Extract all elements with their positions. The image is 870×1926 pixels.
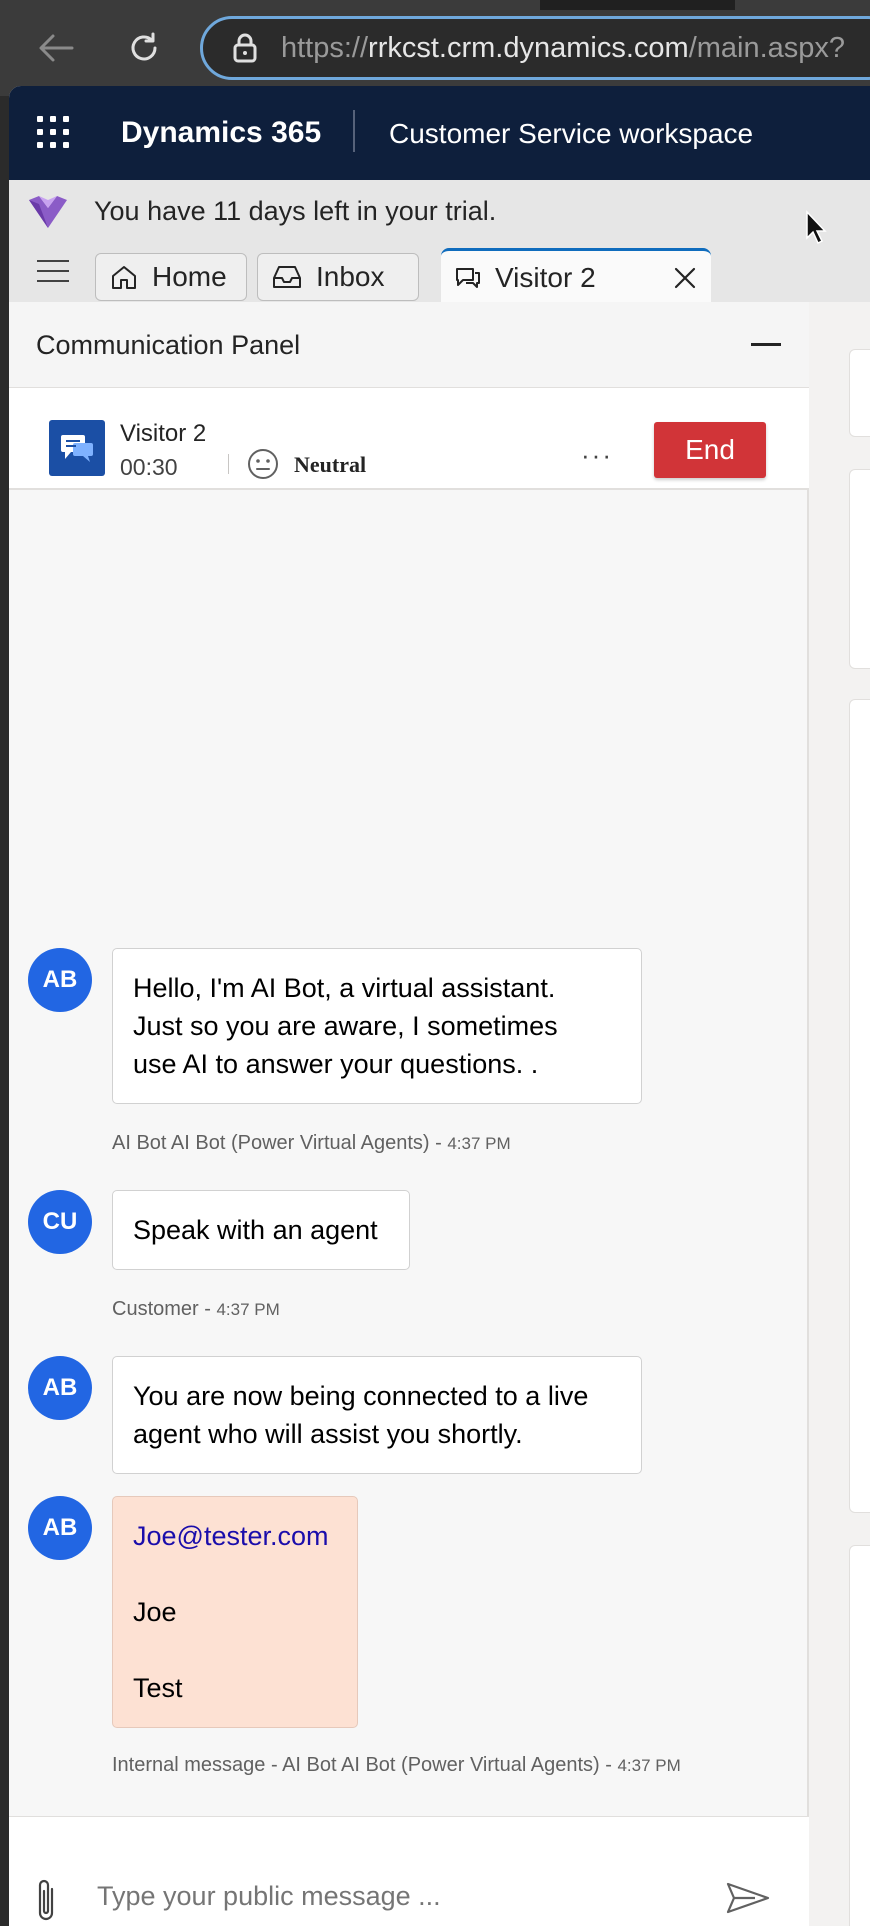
message-line: agent who will assist you shortly.	[133, 1419, 523, 1449]
send-icon[interactable]	[725, 1881, 771, 1915]
avatar: AB	[28, 1496, 92, 1560]
url-path: /main.aspx?	[688, 31, 846, 64]
refresh-icon	[131, 32, 157, 61]
more-tools-button[interactable]: ···	[441, 1920, 473, 1926]
tab-label: Home	[152, 261, 227, 292]
message-bubble: Speak with an agent	[112, 1190, 410, 1270]
trial-banner: You have 11 days left in your trial.	[9, 180, 870, 245]
trial-message: You have 11 days left in your trial.	[94, 196, 497, 226]
message-composer	[9, 1816, 809, 1926]
side-card	[849, 349, 870, 437]
tab-visitor-2[interactable]: Visitor 2	[441, 248, 711, 304]
message-sender: Customer -	[112, 1298, 217, 1320]
avatar: AB	[28, 1356, 92, 1420]
refresh-button[interactable]	[118, 22, 170, 74]
app-name[interactable]: Dynamics 365	[121, 116, 321, 150]
message-input[interactable]	[97, 1881, 657, 1912]
message-line: Speak with an agent	[133, 1215, 378, 1245]
avatar: CU	[28, 1190, 92, 1254]
avatar: AB	[28, 948, 92, 1012]
message-meta: AI Bot AI Bot (Power Virtual Agents) - 4…	[112, 1132, 511, 1155]
tab-home[interactable]: Home	[95, 253, 247, 301]
end-conversation-button[interactable]: End	[654, 422, 766, 478]
browser-tab[interactable]	[0, 0, 540, 10]
message-meta: Internal message - AI Bot AI Bot (Power …	[112, 1754, 681, 1777]
message-meta: Customer - 4:37 PM	[112, 1298, 280, 1321]
session-timer: 00:30	[120, 454, 178, 480]
session-tab-bar: Home Inbox Visitor 2	[9, 244, 870, 304]
message-line: Just so you are aware, I sometimes	[133, 1011, 558, 1041]
app-header: Dynamics 365 Customer Service workspace	[9, 86, 870, 180]
message-line: Hello, I'm AI Bot, a virtual assistant.	[133, 973, 556, 1003]
minimize-panel-icon[interactable]	[751, 343, 781, 346]
neutral-face-icon	[248, 449, 278, 479]
internal-message-bubble: Joe@tester.com Joe Test	[112, 1496, 358, 1728]
lock-icon	[233, 33, 257, 63]
tab-inbox[interactable]: Inbox	[257, 253, 419, 301]
url-text: https://rrkcst.crm.dynamics.com/main.asp…	[281, 32, 845, 65]
power-apps-icon	[29, 196, 67, 228]
menu-icon[interactable]	[37, 260, 69, 284]
communication-panel: Communication Panel Visitor 2 00:30 Neut…	[9, 302, 809, 1926]
dynamics-app: Dynamics 365 Customer Service workspace …	[9, 86, 870, 1926]
sentiment-label: Neutral	[294, 452, 367, 477]
tab-label: Inbox	[316, 261, 385, 292]
app-launcher-icon[interactable]	[37, 116, 69, 148]
message-sender: AI Bot AI Bot (Power Virtual Agents) -	[112, 1132, 448, 1154]
url-host: rrkcst.crm.dynamics.com	[368, 31, 689, 64]
browser-toolbar: https://rrkcst.crm.dynamics.com/main.asp…	[0, 0, 870, 96]
inbox-icon	[273, 266, 301, 288]
first-name-text: Joe	[133, 1597, 177, 1627]
workspace-name: Customer Service workspace	[389, 118, 754, 149]
mouse-cursor-icon	[806, 210, 827, 245]
session-divider	[228, 454, 229, 474]
session-header: Visitor 2 00:30 Neutral ··· End	[9, 388, 809, 490]
message-line: You are now being connected to a live	[133, 1381, 589, 1411]
panel-title: Communication Panel	[36, 330, 301, 360]
conversation-channel-icon	[49, 420, 105, 476]
message-bubble: You are now being connected to a live ag…	[112, 1356, 642, 1474]
address-bar[interactable]: https://rrkcst.crm.dynamics.com/main.asp…	[200, 16, 870, 80]
side-card	[849, 1545, 870, 1926]
session-visitor-name: Visitor 2	[120, 420, 207, 447]
chat-icon	[456, 267, 480, 288]
attachment-icon[interactable]	[33, 1877, 59, 1925]
message-line: use AI to answer your questions. .	[133, 1049, 539, 1079]
back-arrow-icon	[39, 34, 74, 62]
url-scheme: https://	[281, 31, 369, 64]
close-icon	[674, 267, 696, 289]
email-link[interactable]: Joe@tester.com	[133, 1517, 337, 1555]
side-card	[849, 699, 870, 1513]
header-divider	[353, 110, 355, 152]
back-button[interactable]	[30, 22, 82, 74]
last-name-text: Test	[133, 1673, 183, 1703]
message-time: 4:37 PM	[216, 1300, 280, 1319]
message-time: 4:37 PM	[617, 1756, 681, 1775]
browser-tab-strip	[0, 0, 870, 10]
side-card	[849, 469, 870, 669]
tab-label: Visitor 2	[495, 261, 596, 293]
message-bubble: Hello, I'm AI Bot, a virtual assistant. …	[112, 948, 642, 1104]
panel-header: Communication Panel	[9, 302, 809, 388]
browser-tab[interactable]	[735, 0, 870, 10]
message-time: 4:37 PM	[447, 1134, 511, 1153]
home-icon	[112, 266, 136, 289]
more-options-button[interactable]: ···	[581, 440, 613, 471]
close-tab-button[interactable]	[673, 265, 697, 297]
message-sender: Internal message - AI Bot AI Bot (Power …	[112, 1754, 618, 1776]
